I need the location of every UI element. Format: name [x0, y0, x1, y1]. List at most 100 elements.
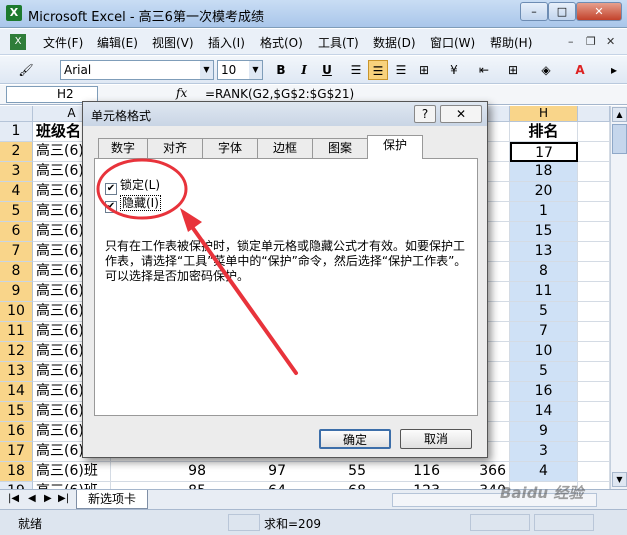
row-header[interactable]: 3 [0, 162, 33, 182]
prev-sheet-icon[interactable]: ◀ [28, 493, 36, 504]
doc-minimize-button[interactable]: – [568, 35, 574, 48]
column-i-cell[interactable] [578, 422, 610, 442]
tab-number[interactable]: 数字 [98, 138, 148, 158]
column-i-cell[interactable] [578, 402, 610, 422]
menu-tools[interactable]: 工具(T) [318, 34, 359, 51]
ok-button[interactable]: 确定 [319, 429, 391, 449]
row-header[interactable]: 17 [0, 442, 33, 462]
column-i-cell[interactable] [578, 362, 610, 382]
tab-alignment[interactable]: 对齐 [147, 138, 203, 158]
header-rank[interactable]: 排名 [510, 122, 578, 142]
score-cell[interactable]: 64 [228, 482, 290, 489]
rank-cell[interactable]: 15 [510, 222, 578, 242]
row-header[interactable]: 5 [0, 202, 33, 222]
last-sheet-icon[interactable]: ▶| [58, 493, 69, 504]
column-i-cell[interactable] [578, 342, 610, 362]
rank-cell[interactable]: 5 [510, 362, 578, 382]
rank-cell[interactable]: 1 [510, 202, 578, 222]
locked-checkbox-row[interactable]: ✔ 锁定(L) [105, 176, 160, 195]
hidden-checkbox-row[interactable]: ✔ 隐藏(I) [105, 194, 161, 213]
column-i-cell[interactable] [578, 122, 610, 142]
score-cell[interactable]: 55 [308, 462, 370, 482]
vertical-scrollbar[interactable]: ▲ ▼ [610, 106, 627, 489]
column-i-cell[interactable] [578, 182, 610, 202]
row-header[interactable]: 14 [0, 382, 33, 402]
row-header[interactable]: 16 [0, 422, 33, 442]
align-right-icon[interactable]: ☰ [391, 60, 411, 80]
rank-cell[interactable]: 8 [510, 262, 578, 282]
minimize-button[interactable]: – [520, 2, 548, 21]
row-header[interactable]: 7 [0, 242, 33, 262]
scroll-thumb[interactable] [612, 124, 627, 154]
menu-window[interactable]: 窗口(W) [430, 34, 475, 51]
next-sheet-icon[interactable]: ▶ [44, 493, 52, 504]
score-cell[interactable]: 123 [382, 482, 444, 489]
score-cell[interactable]: 116 [382, 462, 444, 482]
hidden-label[interactable]: 隐藏(I) [120, 195, 161, 211]
column-i-cell[interactable] [578, 382, 610, 402]
rank-cell[interactable]: 14 [510, 402, 578, 422]
row-header[interactable]: 4 [0, 182, 33, 202]
menu-insert[interactable]: 插入(I) [208, 34, 245, 51]
column-i-cell[interactable] [578, 322, 610, 342]
italic-button[interactable]: I [294, 60, 314, 80]
column-header-i[interactable] [578, 106, 610, 122]
currency-icon[interactable]: ¥ [444, 60, 464, 80]
underline-button[interactable]: U [317, 60, 337, 80]
class-name-cell[interactable]: 高三(6)班 [33, 462, 111, 482]
column-i-cell[interactable] [578, 262, 610, 282]
menu-edit[interactable]: 编辑(E) [97, 34, 138, 51]
score-cell[interactable]: 97 [228, 462, 290, 482]
hidden-checkbox[interactable]: ✔ [105, 201, 117, 213]
score-cell[interactable]: 85 [148, 482, 210, 489]
column-header-h[interactable]: H [510, 106, 578, 122]
bold-button[interactable]: B [271, 60, 291, 80]
menu-data[interactable]: 数据(D) [373, 34, 416, 51]
sheet-tab-active[interactable]: 新选项卡 [76, 490, 148, 509]
close-icon[interactable]: ✕ [440, 105, 482, 123]
indent-icon[interactable]: ⇤ [474, 60, 494, 80]
align-left-icon[interactable]: ☰ [346, 60, 366, 80]
column-i-cell[interactable] [578, 242, 610, 262]
row-header[interactable]: 1 [0, 122, 33, 142]
column-i-cell[interactable] [578, 462, 610, 482]
row-header[interactable]: 6 [0, 222, 33, 242]
column-i-cell[interactable] [578, 142, 610, 162]
select-all-corner[interactable] [0, 106, 33, 122]
score-cell[interactable]: 98 [148, 462, 210, 482]
column-i-cell[interactable] [578, 202, 610, 222]
doc-close-button[interactable]: ✕ [606, 35, 615, 48]
maximize-button[interactable]: □ [548, 2, 576, 21]
score-cell[interactable]: 68 [308, 482, 370, 489]
close-window-button[interactable]: ✕ [576, 2, 622, 21]
fill-color-icon[interactable]: ◈ [536, 60, 556, 80]
row-header[interactable]: 13 [0, 362, 33, 382]
column-i-cell[interactable] [578, 282, 610, 302]
align-center-icon[interactable]: ☰ [368, 60, 388, 80]
tab-font[interactable]: 字体 [202, 138, 258, 158]
class-name-cell[interactable]: 高三(6)班 [33, 482, 111, 489]
font-name-combo[interactable]: Arial ▼ [60, 60, 214, 80]
row-header[interactable]: 8 [0, 262, 33, 282]
merge-center-icon[interactable]: ⊞ [414, 60, 434, 80]
tab-border[interactable]: 边框 [257, 138, 313, 158]
row-header[interactable]: 19 [0, 482, 33, 489]
format-painter-icon[interactable]: 🖌 [16, 60, 36, 80]
rank-cell[interactable]: 5 [510, 302, 578, 322]
tab-patterns[interactable]: 图案 [312, 138, 368, 158]
chevron-down-icon[interactable]: ▼ [200, 61, 213, 79]
dialog-title-bar[interactable]: 单元格格式 ? ✕ [83, 102, 487, 126]
rank-cell[interactable]: 13 [510, 242, 578, 262]
toolbar-options-icon[interactable]: ▸ [604, 60, 624, 80]
rank-cell[interactable]: 9 [510, 422, 578, 442]
menu-file[interactable]: 文件(F) [43, 34, 83, 51]
font-size-combo[interactable]: 10 ▼ [217, 60, 263, 80]
chevron-down-icon[interactable]: ▼ [249, 61, 262, 79]
rank-cell[interactable]: 3 [510, 442, 578, 462]
row-header[interactable]: 10 [0, 302, 33, 322]
column-i-cell[interactable] [578, 442, 610, 462]
menu-format[interactable]: 格式(O) [260, 34, 303, 51]
insert-function-icon[interactable]: fx [176, 86, 187, 100]
doc-restore-button[interactable]: ❐ [586, 35, 596, 48]
rank-cell[interactable]: 20 [510, 182, 578, 202]
